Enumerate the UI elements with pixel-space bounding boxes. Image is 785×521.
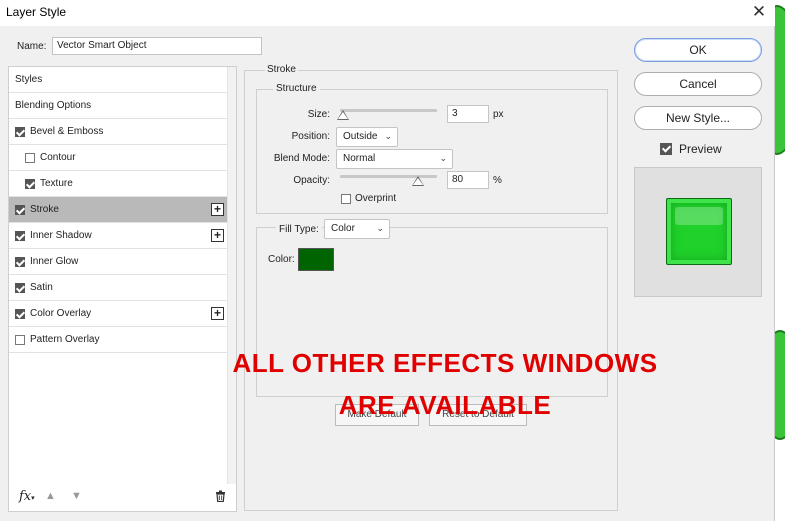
styles-footer: fx▾ ▲ ▼: [9, 483, 236, 511]
arrow-down-icon[interactable]: ▼: [71, 490, 82, 502]
preview-label: Preview: [679, 142, 722, 156]
style-checkbox[interactable]: [15, 282, 25, 293]
style-checkbox[interactable]: [15, 204, 25, 215]
styles-panel: Styles Blending Options Bevel & Emboss Cont…: [8, 66, 237, 512]
size-label: Size:: [307, 109, 330, 120]
styles-item-styles[interactable]: Styles: [9, 67, 228, 93]
size-unit: px: [493, 109, 504, 120]
styles-item-label: Texture: [40, 178, 73, 189]
styles-item-label: Blending Options: [15, 100, 92, 111]
styles-item-label: Styles: [15, 74, 43, 85]
style-checkbox[interactable]: [25, 178, 35, 189]
overprint-label: Overprint: [355, 193, 397, 204]
arrow-up-icon[interactable]: ▲: [45, 490, 56, 502]
style-checkbox[interactable]: [15, 308, 25, 319]
plus-icon[interactable]: +: [211, 307, 224, 320]
styles-list: Styles Blending Options Bevel & Emboss Cont…: [9, 67, 228, 353]
styles-item-bevel-emboss[interactable]: Bevel & Emboss: [9, 119, 228, 145]
plus-icon[interactable]: +: [211, 229, 224, 242]
styles-item-blending-options[interactable]: Blending Options: [9, 93, 228, 119]
styles-item-color-overlay[interactable]: Color Overlay +: [9, 301, 228, 327]
opacity-input[interactable]: 80: [447, 171, 489, 189]
title-bar: Layer Style ✕: [0, 0, 775, 26]
styles-item-inner-shadow[interactable]: Inner Shadow +: [9, 223, 228, 249]
color-label: Color:: [268, 254, 295, 265]
preview-thumbnail: [666, 198, 732, 265]
styles-item-label: Inner Glow: [30, 256, 79, 267]
name-input[interactable]: Vector Smart Object: [52, 37, 262, 55]
style-checkbox[interactable]: [15, 334, 25, 345]
style-checkbox[interactable]: [15, 256, 25, 267]
preview-box: [634, 167, 762, 297]
stroke-color-swatch[interactable]: [298, 248, 334, 271]
size-slider-thumb[interactable]: [337, 110, 349, 120]
stroke-section-title: Stroke: [265, 64, 298, 75]
preview-checkbox[interactable]: [660, 143, 672, 155]
preview-toggle[interactable]: Preview: [660, 142, 722, 156]
style-checkbox[interactable]: [25, 152, 35, 163]
blend-mode-label: Blend Mode:: [273, 153, 330, 164]
overprint-checkbox[interactable]: [341, 194, 351, 204]
chevron-down-icon: ⌄: [384, 131, 392, 141]
trash-icon[interactable]: [215, 490, 226, 505]
cancel-button[interactable]: Cancel: [634, 72, 762, 96]
fx-icon[interactable]: fx▾: [19, 489, 35, 504]
blend-mode-select[interactable]: Normal ⌄: [336, 149, 453, 169]
close-icon[interactable]: ✕: [749, 2, 769, 22]
overlay-text-line-1: ALL OTHER EFFECTS WINDOWS: [232, 348, 658, 378]
size-input[interactable]: 3: [447, 105, 489, 123]
styles-item-contour[interactable]: Contour: [9, 145, 228, 171]
size-slider-track[interactable]: [340, 109, 437, 112]
fill-type-label: Fill Type:: [276, 224, 322, 235]
styles-item-label: Color Overlay: [30, 308, 92, 319]
structure-title: Structure: [273, 83, 320, 94]
ok-button[interactable]: OK: [634, 38, 762, 62]
styles-item-stroke[interactable]: Stroke +: [9, 197, 228, 223]
chevron-down-icon: ⌄: [439, 153, 447, 163]
styles-item-texture[interactable]: Texture: [9, 171, 228, 197]
styles-item-label: Stroke: [30, 204, 59, 215]
overlay-text-line-2: ARE AVAILABLE: [338, 390, 552, 420]
styles-item-inner-glow[interactable]: Inner Glow: [9, 249, 228, 275]
chevron-down-icon: ⌄: [376, 223, 384, 233]
position-select[interactable]: Outside ⌄: [336, 127, 398, 147]
opacity-unit: %: [493, 175, 502, 186]
layer-style-dialog: Layer Style ✕ Name: Vector Smart Object …: [0, 0, 775, 521]
styles-item-label: Bevel & Emboss: [30, 126, 104, 137]
opacity-slider-thumb[interactable]: [412, 176, 424, 186]
styles-item-label: Satin: [30, 282, 53, 293]
style-checkbox[interactable]: [15, 126, 25, 137]
styles-item-satin[interactable]: Satin: [9, 275, 228, 301]
new-style-button[interactable]: New Style...: [634, 106, 762, 130]
style-checkbox[interactable]: [15, 230, 25, 241]
styles-item-label: Contour: [40, 152, 76, 163]
styles-item-label: Pattern Overlay: [30, 334, 100, 345]
name-label: Name:: [17, 41, 47, 52]
styles-item-label: Inner Shadow: [30, 230, 92, 241]
styles-scrollbar[interactable]: [227, 67, 236, 484]
position-label: Position:: [291, 131, 330, 142]
window-title: Layer Style: [6, 5, 67, 19]
plus-icon[interactable]: +: [211, 203, 224, 216]
opacity-label: Opacity:: [293, 175, 330, 186]
fill-type-select[interactable]: Color ⌄: [324, 219, 390, 239]
